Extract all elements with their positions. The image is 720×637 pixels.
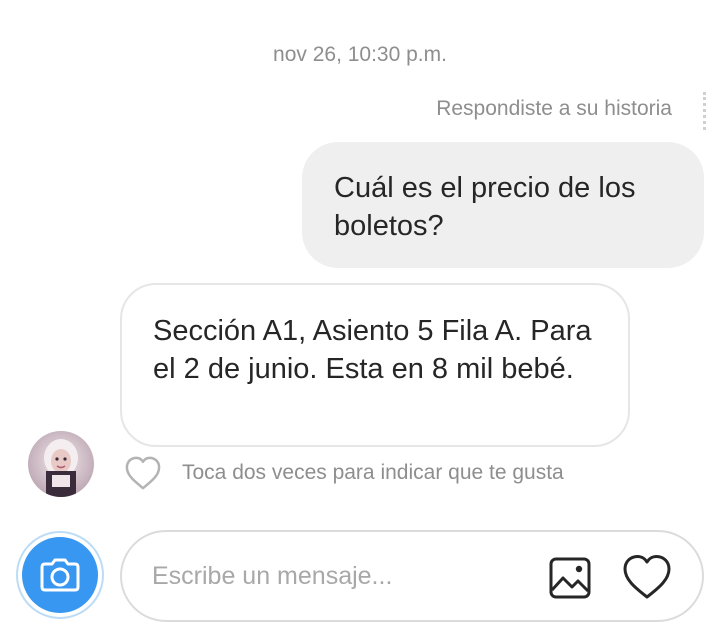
story-reply-indicator bbox=[703, 92, 706, 130]
thread-timestamp: nov 26, 10:30 p.m. bbox=[273, 43, 447, 66]
incoming-message-bubble[interactable]: Sección A1, Asiento 5 Fila A. Para el 2 … bbox=[120, 283, 630, 447]
story-reply-note: Respondiste a su historia bbox=[436, 97, 672, 120]
heart-icon[interactable] bbox=[622, 553, 672, 601]
gallery-icon[interactable] bbox=[548, 556, 592, 600]
like-hint: Toca dos veces para indicar que te gusta bbox=[182, 461, 564, 484]
camera-icon bbox=[40, 558, 80, 592]
message-composer bbox=[120, 530, 704, 622]
avatar[interactable] bbox=[28, 431, 94, 497]
outgoing-message-text: Cuál es el precio de los boletos? bbox=[334, 172, 636, 242]
heart-icon[interactable] bbox=[124, 455, 162, 491]
camera-button[interactable] bbox=[16, 531, 104, 619]
message-input[interactable] bbox=[152, 554, 532, 598]
outgoing-message-bubble[interactable]: Cuál es el precio de los boletos? bbox=[302, 142, 704, 268]
incoming-message-text: Sección A1, Asiento 5 Fila A. Para el 2 … bbox=[153, 315, 592, 385]
